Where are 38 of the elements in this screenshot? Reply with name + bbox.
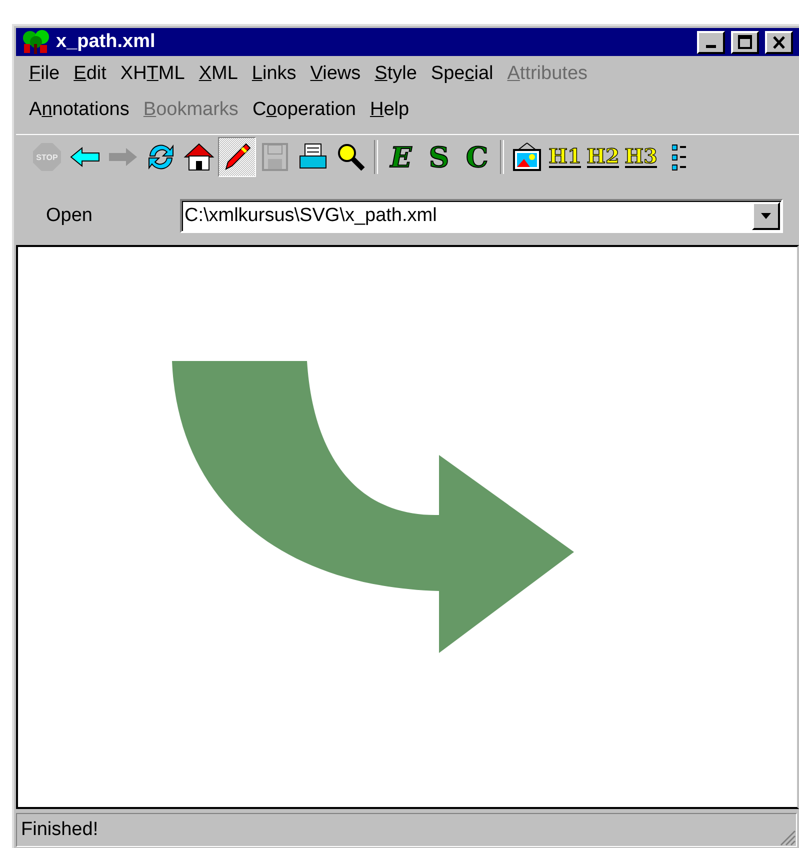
menu-item[interactable]: XML: [192, 63, 245, 85]
printer-icon: [298, 143, 328, 171]
address-field[interactable]: C:\xmlkursus\SVG\x_path.xml: [182, 205, 752, 227]
menu-item[interactable]: File: [22, 63, 67, 85]
menu-item[interactable]: Special: [424, 63, 500, 85]
close-button[interactable]: [765, 30, 793, 54]
open-label: Open: [46, 205, 92, 227]
minimize-button[interactable]: [697, 30, 725, 54]
dropdown-button[interactable]: [752, 202, 780, 230]
address-combo-box[interactable]: C:\xmlkursus\SVG\x_path.xml: [180, 199, 783, 233]
minimize-icon: [706, 45, 716, 48]
close-icon: [772, 36, 786, 48]
framed-picture-icon: [512, 142, 542, 172]
back-arrow-icon: [70, 147, 100, 167]
menu-item[interactable]: Help: [362, 99, 416, 121]
caret-icon: [761, 213, 771, 219]
menu-item[interactable]: Cooperation: [245, 99, 363, 121]
maximize-button[interactable]: [731, 30, 759, 54]
menu-item[interactable]: Links: [244, 63, 304, 85]
status-text: Finished!: [21, 819, 98, 841]
forward-arrow-icon: [108, 147, 138, 167]
tree-app-icon: [20, 30, 52, 54]
letter-icon: S: [428, 140, 450, 174]
letter-icon: E: [390, 140, 412, 174]
bullet-list-icon: [672, 142, 686, 172]
reload-icon: [146, 142, 176, 172]
letter-icon: C: [466, 140, 488, 174]
window-title: x_path.xml: [56, 31, 156, 53]
house-icon: [183, 142, 215, 172]
menu-item[interactable]: Style: [368, 63, 424, 85]
menu-item[interactable]: Edit: [66, 63, 114, 85]
menu-item[interactable]: Views: [303, 63, 368, 85]
maximize-icon: [738, 35, 752, 49]
stop-icon: STOP: [33, 143, 61, 171]
menu-item[interactable]: XHTML: [113, 63, 192, 85]
toolbar-button[interactable]: [218, 137, 256, 177]
magnifier-icon: [336, 142, 366, 172]
menu-item[interactable]: Annotations: [22, 99, 136, 121]
